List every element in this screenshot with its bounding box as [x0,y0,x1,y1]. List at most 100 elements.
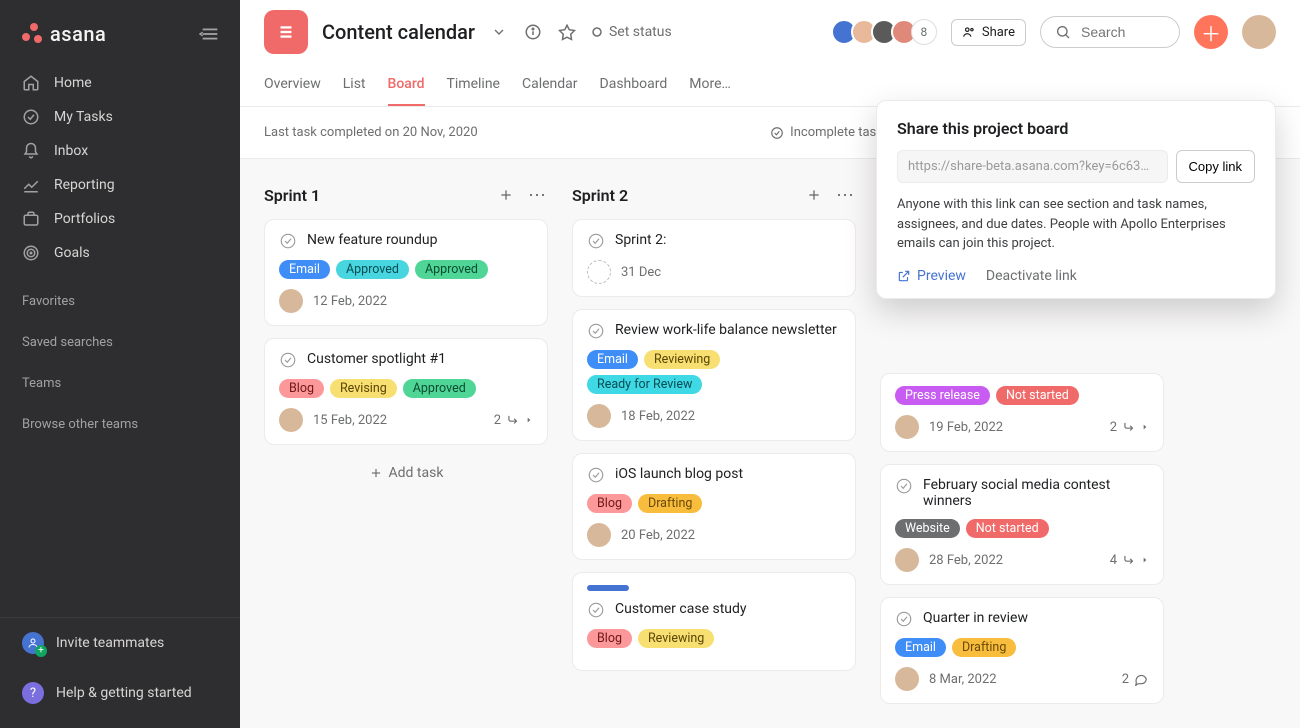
help-getting-started[interactable]: ? Help & getting started [0,668,240,718]
tags: Email Drafting [895,638,1149,657]
tag[interactable]: Press release [895,386,990,405]
section-favorites[interactable]: Favorites [0,276,240,317]
search-field[interactable] [1079,23,1159,41]
tag[interactable]: Reviewing [638,629,714,648]
preview-link[interactable]: Preview [897,268,966,284]
tag[interactable]: Drafting [638,494,702,513]
member-avatars[interactable]: 8 [831,19,937,45]
nav-reporting[interactable]: Reporting [0,168,240,202]
tag[interactable]: Website [895,519,960,538]
task-card[interactable]: Press releaseNot started19 Feb, 20222 [880,373,1164,452]
user-avatar[interactable] [1242,15,1276,49]
card-meta[interactable]: 2 [494,413,533,428]
tag[interactable]: Blog [587,494,632,513]
tag[interactable]: Not started [966,519,1049,538]
deactivate-link[interactable]: Deactivate link [986,268,1077,284]
share-description: Anyone with this link can see section an… [897,195,1255,254]
sidebar-collapse-button[interactable] [196,20,224,48]
tag[interactable]: Blog [279,379,324,398]
assignee-avatar[interactable] [895,667,919,691]
complete-toggle[interactable] [895,610,913,628]
task-card[interactable]: Customer spotlight #1BlogRevisingApprove… [264,338,548,445]
tab-overview[interactable]: Overview [264,70,321,106]
tag[interactable]: Reviewing [644,350,720,369]
nav-home[interactable]: Home [0,66,240,100]
complete-toggle[interactable] [279,351,297,369]
assignee-avatar[interactable] [279,289,303,313]
card-meta[interactable]: 2 [1122,672,1149,687]
tag[interactable]: Drafting [952,638,1016,657]
complete-toggle[interactable] [587,466,605,484]
card-meta[interactable]: 4 [1110,553,1149,568]
task-card[interactable]: iOS launch blog postBlogDrafting20 Feb, … [572,453,856,560]
tag[interactable]: Approved [415,260,488,279]
info-icon[interactable] [523,22,543,42]
nav-label: Reporting [54,177,115,193]
section-teams[interactable]: Teams [0,358,240,399]
tab-calendar[interactable]: Calendar [522,70,578,106]
bell-icon [22,142,40,160]
complete-toggle[interactable] [279,232,297,250]
tab-dashboard[interactable]: Dashboard [600,70,668,106]
assignee-avatar[interactable] [895,415,919,439]
help-icon: ? [22,682,44,704]
tags: Email Approved Approved [279,260,533,279]
chevron-down-icon[interactable] [489,22,509,42]
logo[interactable]: asana [22,22,106,46]
invite-teammates[interactable]: Invite teammates [0,618,240,668]
tag[interactable]: Revising [330,379,397,398]
task-card[interactable]: Customer case studyBlogReviewing [572,572,856,671]
tag[interactable]: Not started [996,386,1079,405]
add-card-button[interactable] [494,183,518,207]
complete-toggle[interactable] [587,601,605,619]
card-meta[interactable]: 2 [1110,420,1149,435]
tag[interactable]: Approved [403,379,476,398]
task-card[interactable]: Quarter in reviewEmailDrafting8 Mar, 202… [880,597,1164,704]
tag[interactable]: Ready for Review [587,375,702,394]
task-card[interactable]: Sprint 2:31 Dec [572,219,856,297]
tab-board[interactable]: Board [388,70,425,106]
tab-more[interactable]: More… [689,70,731,106]
nav-portfolios[interactable]: Portfolios [0,202,240,236]
tag[interactable]: Email [587,350,638,369]
tag[interactable]: Email [895,638,946,657]
assignee-avatar[interactable] [587,523,611,547]
assignee-avatar[interactable] [895,548,919,572]
add-task-button[interactable]: Add task [264,457,548,489]
project-title: Content calendar [322,20,475,44]
section-browse-teams[interactable]: Browse other teams [0,399,240,440]
check-circle-icon [22,108,40,126]
task-card[interactable]: Review work-life balance newsletterEmail… [572,309,856,441]
search-input[interactable] [1040,16,1180,48]
global-add-button[interactable]: ＋ [1194,15,1228,49]
nav-goals[interactable]: Goals [0,236,240,270]
tag[interactable]: Email [279,260,330,279]
set-status-button[interactable]: Set status [591,24,672,40]
assignee-placeholder[interactable] [587,260,611,284]
tag[interactable]: Blog [587,629,632,648]
task-card[interactable]: New feature roundupEmailApprovedApproved… [264,219,548,326]
nav-inbox[interactable]: Inbox [0,134,240,168]
project-icon[interactable] [264,10,308,54]
nav-my-tasks[interactable]: My Tasks [0,100,240,134]
copy-link-button[interactable]: Copy link [1176,150,1255,183]
tab-list[interactable]: List [343,70,366,106]
column-menu-button[interactable]: ⋯ [836,185,856,206]
assignee-avatar[interactable] [587,404,611,428]
tag[interactable]: Approved [336,260,409,279]
share-button[interactable]: Share [951,19,1026,46]
incomplete-tasks-button[interactable]: Incomplete tasks [770,125,889,140]
share-link-url[interactable]: https://share-beta.asana.com?key=6c63… [897,150,1168,183]
star-icon[interactable] [557,22,577,42]
column-title: Sprint 1 [264,186,484,205]
tab-timeline[interactable]: Timeline [447,70,500,106]
complete-toggle[interactable] [587,322,605,340]
add-card-button[interactable] [802,183,826,207]
complete-toggle[interactable] [587,232,605,250]
task-card[interactable]: February social media contest winners Web… [880,464,1164,585]
card-title: February social media contest winners [923,477,1149,509]
assignee-avatar[interactable] [279,408,303,432]
section-saved-searches[interactable]: Saved searches [0,317,240,358]
complete-toggle[interactable] [895,477,913,495]
column-menu-button[interactable]: ⋯ [528,185,548,206]
